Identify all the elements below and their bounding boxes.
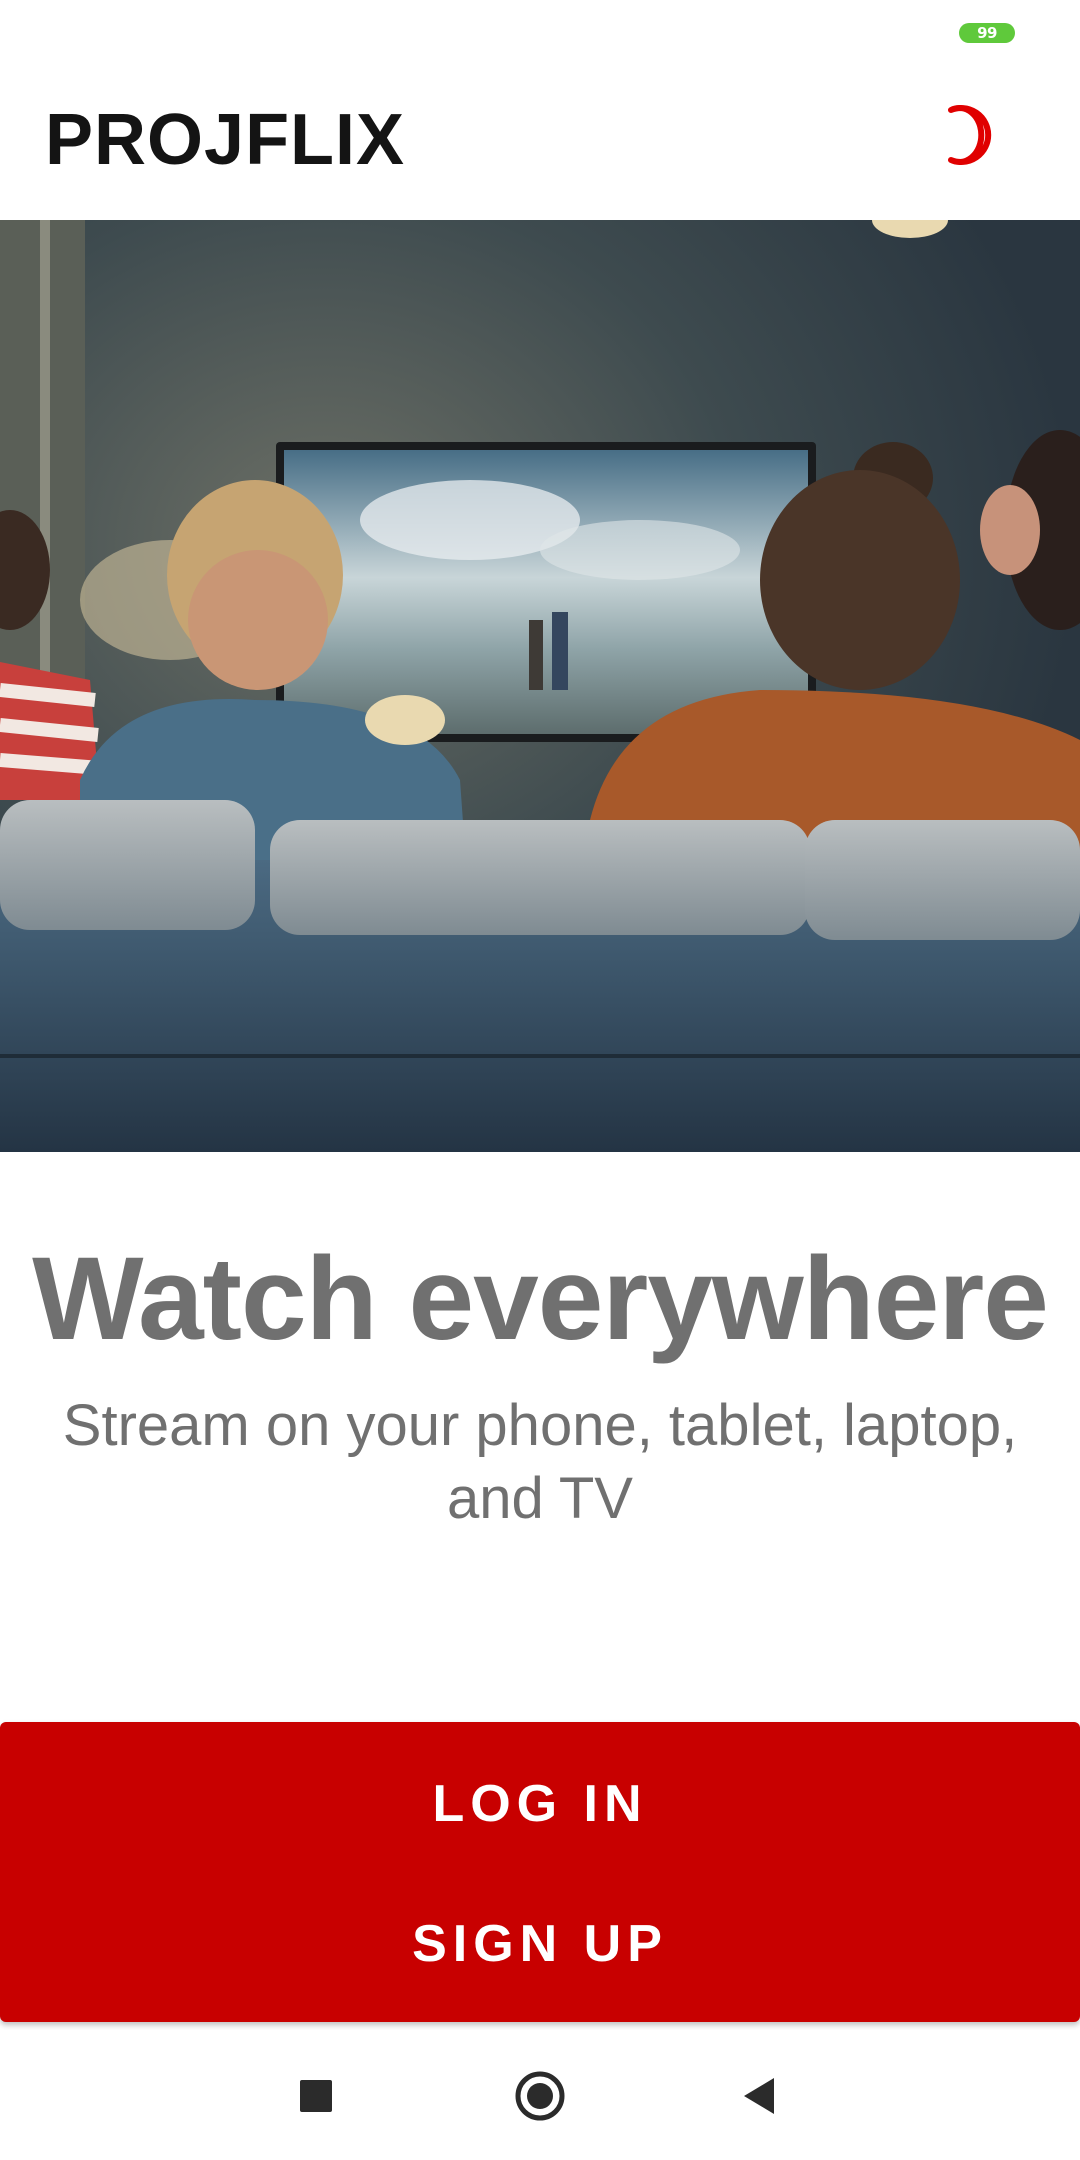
subline: Stream on your phone, tablet, laptop, an… bbox=[62, 1393, 1018, 1531]
hero-image bbox=[0, 220, 1080, 1152]
action-panel: LOG IN SIGN UP bbox=[0, 1722, 1080, 2022]
app-bar: PROJFLIX bbox=[0, 64, 1080, 220]
signup-button[interactable]: SIGN UP bbox=[0, 1874, 1080, 2014]
status-bar: 99 bbox=[0, 0, 1080, 64]
login-button[interactable]: LOG IN bbox=[0, 1734, 1080, 1874]
battery-icon: 99 bbox=[959, 23, 1015, 43]
app-title: PROJFLIX bbox=[45, 100, 406, 180]
circle-home-icon[interactable] bbox=[510, 2066, 570, 2126]
square-icon[interactable] bbox=[286, 2066, 346, 2126]
back-triangle-icon[interactable] bbox=[730, 2066, 790, 2126]
battery-level: 99 bbox=[977, 24, 997, 42]
moon-icon[interactable] bbox=[933, 100, 1003, 170]
system-nav-bar bbox=[0, 2030, 1080, 2160]
headline: Watch everywhere bbox=[32, 1233, 1049, 1365]
